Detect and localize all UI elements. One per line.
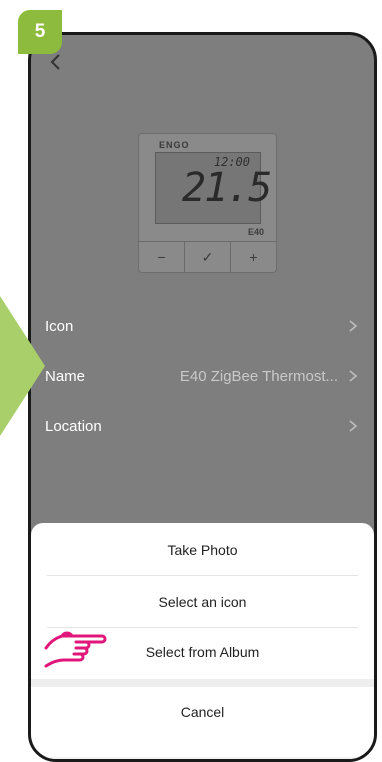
thermostat-minus-button: − (139, 242, 185, 272)
thermostat-display: 12:00 21.5 (155, 152, 272, 224)
chevron-right-icon (349, 370, 358, 382)
settings-row-icon[interactable]: Icon (31, 301, 374, 351)
thermostat-confirm-button: ✓ (185, 242, 231, 272)
settings-row-label: Location (45, 417, 102, 435)
chevron-left-icon[interactable] (45, 51, 67, 73)
thermostat-plus-button: + (249, 249, 258, 265)
chevron-right-icon (349, 420, 358, 432)
green-arrow-icon (0, 296, 45, 436)
sheet-gap (31, 679, 374, 687)
thermostat-brand: ENGO (159, 140, 190, 150)
cancel-option[interactable]: Cancel (31, 687, 374, 737)
settings-row-value: E40 ZigBee Thermost... (179, 367, 338, 385)
select-icon-option[interactable]: Select an icon (31, 577, 374, 627)
chevron-right-icon (349, 320, 358, 332)
settings-row-name[interactable]: Name E40 ZigBee Thermost... (31, 351, 374, 401)
take-photo-option[interactable]: Take Photo (31, 525, 374, 575)
settings-row-label: Name (45, 367, 86, 385)
step-badge: 5 (18, 10, 62, 54)
sheet-divider (47, 575, 358, 576)
thermostat-temperature: 21.5 (182, 165, 272, 211)
thermostat-image: ENGO 12:00 21.5 E40 − ✓ + (138, 133, 277, 273)
settings-row-label: Icon (45, 317, 74, 335)
thermostat-model: E40 (247, 227, 264, 237)
settings-row-location[interactable]: Location (31, 401, 374, 451)
step-number: 5 (34, 21, 46, 42)
pointing-hand-icon (44, 631, 107, 668)
system-navbar (31, 757, 374, 759)
thermostat-buttons: − ✓ + (139, 241, 276, 272)
